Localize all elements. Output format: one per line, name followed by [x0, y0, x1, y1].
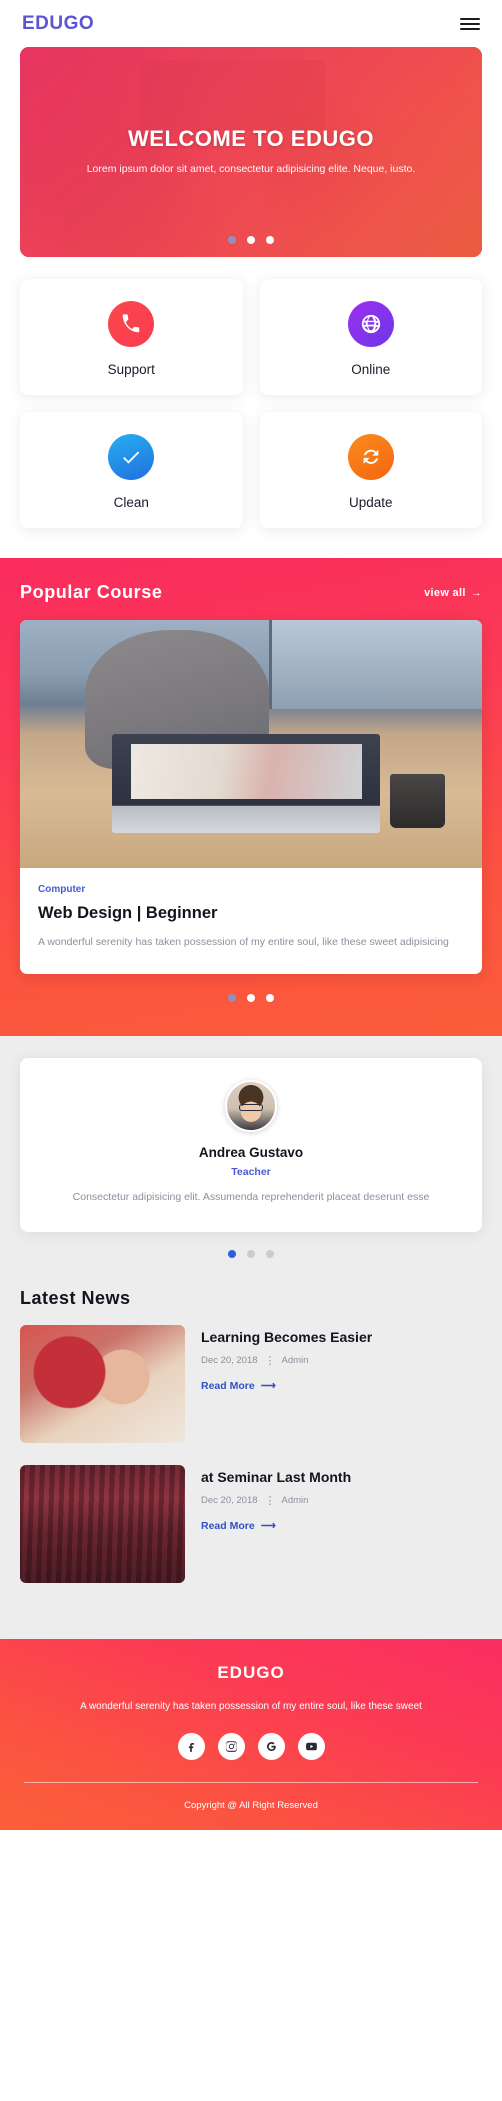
phone-icon [108, 301, 155, 347]
news-item-title: at Seminar Last Month [201, 1469, 352, 1486]
service-card-clean[interactable]: Clean [20, 412, 243, 528]
read-more-link[interactable]: Read More ⟶ [201, 1520, 482, 1532]
hero-content: WELCOME TO EDUGO Lorem ipsum dolor sit a… [20, 47, 482, 257]
hamburger-bar [460, 17, 480, 20]
testimonial-carousel-dots [20, 1250, 482, 1259]
view-all-label: view all [424, 586, 466, 599]
hero-dot-1[interactable] [228, 236, 236, 244]
course-dot-3[interactable] [266, 993, 274, 1002]
popular-course-section: Popular Course view all → Computer Web D… [0, 558, 502, 1036]
news-item-meta: Dec 20, 2018 ⋮ Admin [201, 1354, 482, 1367]
copyright-text: Copyright @ All Right Reserved [184, 1800, 318, 1812]
service-card-support[interactable]: Support [20, 279, 243, 395]
testimonial-section: Andrea Gustavo Teacher Consectetur adipi… [0, 1035, 502, 1285]
footer-logo: EDUGO [217, 1663, 285, 1683]
news-item[interactable]: at Seminar Last Month Dec 20, 2018 ⋮ Adm… [20, 1465, 482, 1584]
course-image-window [269, 620, 482, 710]
footer-description: A wonderful serenity has taken possessio… [80, 1701, 422, 1713]
hero-title: WELCOME TO EDUGO [128, 126, 374, 152]
course-image [20, 620, 482, 868]
hamburger-icon[interactable] [460, 17, 480, 30]
latest-news-section: Latest News Learning Becomes Easier Dec … [0, 1284, 502, 1640]
services-grid: Support Online Clean Update [0, 257, 502, 558]
latest-news-title: Latest News [20, 1288, 131, 1309]
course-image-cup [389, 773, 446, 829]
glasses-icon [238, 1104, 264, 1111]
read-more-link[interactable]: Read More ⟶ [201, 1380, 482, 1392]
site-logo[interactable]: EDUGO [22, 13, 94, 35]
course-card[interactable]: Computer Web Design | Beginner A wonderf… [20, 620, 482, 974]
service-card-update[interactable]: Update [259, 412, 482, 528]
testimonial-dot-1[interactable] [228, 1250, 236, 1259]
google-icon[interactable] [257, 1733, 285, 1761]
course-image-screen [130, 744, 362, 799]
hero-carousel[interactable]: WELCOME TO EDUGO Lorem ipsum dolor sit a… [20, 47, 482, 257]
facebook-icon[interactable] [177, 1733, 205, 1761]
news-item-body: Learning Becomes Easier Dec 20, 2018 ⋮ A… [201, 1325, 482, 1443]
testimonial-role: Teacher [231, 1165, 271, 1178]
news-item-body: at Seminar Last Month Dec 20, 2018 ⋮ Adm… [201, 1465, 482, 1583]
instagram-icon[interactable] [217, 1733, 245, 1761]
course-carousel-dots [20, 993, 482, 1002]
hero-dot-2[interactable] [247, 236, 255, 244]
read-more-label: Read More [201, 1380, 255, 1393]
view-all-link[interactable]: view all → [424, 587, 482, 599]
youtube-icon[interactable] [297, 1733, 325, 1761]
popular-course-title: Popular Course [20, 582, 163, 602]
course-title: Web Design | Beginner [38, 904, 218, 922]
news-item-author: Admin [281, 1355, 309, 1367]
course-description: A wonderful serenity has taken possessio… [38, 936, 449, 948]
avatar [225, 1079, 277, 1132]
service-label: Support [107, 362, 155, 377]
course-dot-2[interactable] [247, 993, 255, 1002]
arrow-right-icon: ⟶ [260, 1520, 276, 1533]
news-item-title: Learning Becomes Easier [201, 1329, 373, 1346]
service-label: Online [351, 362, 391, 377]
course-category[interactable]: Computer [38, 884, 464, 895]
testimonial-dot-2[interactable] [247, 1250, 255, 1259]
arrow-right-icon: → [470, 586, 482, 599]
testimonial-card[interactable]: Andrea Gustavo Teacher Consectetur adipi… [20, 1057, 482, 1233]
site-header: EDUGO [0, 0, 502, 47]
service-card-online[interactable]: Online [259, 279, 482, 395]
service-label: Clean [113, 495, 149, 510]
arrow-right-icon: ⟶ [260, 1380, 276, 1393]
site-footer: EDUGO A wonderful serenity has taken pos… [0, 1639, 502, 1831]
testimonial-name: Andrea Gustavo [198, 1144, 304, 1160]
news-item[interactable]: Learning Becomes Easier Dec 20, 2018 ⋮ A… [20, 1325, 482, 1444]
course-card-body: Computer Web Design | Beginner A wonderf… [20, 868, 482, 974]
testimonial-text: Consectetur adipisicing elit. Assumenda … [72, 1190, 430, 1203]
news-item-author: Admin [281, 1495, 309, 1507]
hamburger-bar [460, 22, 480, 25]
testimonial-dot-3[interactable] [266, 1250, 274, 1259]
hero-section: WELCOME TO EDUGO Lorem ipsum dolor sit a… [0, 47, 502, 257]
news-thumbnail [20, 1325, 185, 1444]
news-thumbnail [20, 1465, 185, 1584]
hero-carousel-dots [20, 236, 482, 244]
course-dot-1[interactable] [228, 993, 236, 1002]
news-item-date: Dec 20, 2018 [201, 1355, 258, 1367]
check-icon [108, 434, 155, 480]
service-label: Update [348, 495, 393, 510]
hero-dot-3[interactable] [266, 236, 274, 244]
news-item-meta: Dec 20, 2018 ⋮ Admin [201, 1494, 482, 1507]
social-links [20, 1733, 482, 1761]
globe-icon [347, 301, 394, 347]
news-item-date: Dec 20, 2018 [201, 1495, 258, 1507]
dots-separator-icon: ⋮ [264, 1355, 276, 1368]
dots-separator-icon: ⋮ [264, 1495, 276, 1508]
read-more-label: Read More [201, 1520, 255, 1533]
hero-subtitle: Lorem ipsum dolor sit amet, consectetur … [86, 163, 416, 176]
popular-course-header: Popular Course view all → [20, 582, 482, 603]
refresh-icon [347, 434, 394, 480]
hamburger-bar [460, 27, 480, 30]
